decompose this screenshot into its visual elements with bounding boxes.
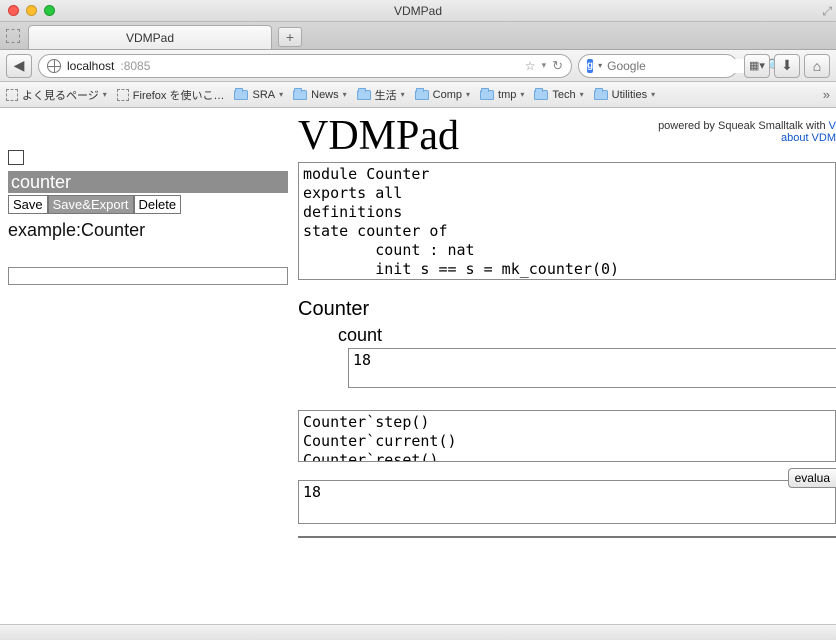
search-box[interactable]: g ▾ 🔍 [578, 54, 738, 78]
downloads-button[interactable]: ⬇ [774, 54, 800, 78]
bookmark-label: SRA [252, 89, 275, 101]
save-export-button[interactable]: Save&Export [48, 195, 134, 214]
window-title: VDMPad [0, 4, 836, 18]
toolbar-right-group: ▦▾ ⬇ ⌂ [744, 54, 830, 78]
project-selected[interactable]: counter [8, 171, 288, 193]
powered-link[interactable]: V [829, 120, 836, 132]
bookmark-label: Utilities [612, 89, 647, 101]
address-bar[interactable]: localhost :8085 ☆ ▾ ↻ [38, 54, 572, 78]
bookmark-placeholder-icon [6, 89, 18, 101]
bookmark-label: Comp [433, 89, 462, 101]
quicklinks-button[interactable]: ▦▾ [744, 54, 770, 78]
sidebar: counter Save Save&Export Delete example:… [0, 108, 290, 624]
bookmark-placeholder-icon [117, 89, 129, 101]
tab-label: VDMPad [126, 31, 174, 45]
bookmark-folder-tmp[interactable]: tmp ▾ [480, 89, 524, 101]
save-button[interactable]: Save [8, 195, 48, 214]
folder-icon [357, 90, 371, 100]
bookmark-label: Firefox を使いこ… [133, 87, 225, 103]
chevron-down-icon: ▾ [466, 90, 470, 99]
bookmark-star-icon[interactable]: ☆ [525, 59, 536, 73]
search-input[interactable] [607, 59, 762, 73]
resize-grip-icon[interactable]: ⤢ [822, 4, 832, 19]
example-item[interactable]: example:Counter [8, 220, 286, 241]
bookmark-folder-utilities[interactable]: Utilities ▾ [594, 89, 655, 101]
back-button[interactable]: ◀ [6, 54, 32, 78]
search-dropdown-caret-icon[interactable]: ▾ [598, 61, 602, 70]
bookmark-label: News [311, 89, 339, 101]
chevron-down-icon: ▾ [343, 90, 347, 99]
url-host: localhost [67, 59, 114, 73]
module-code-editor[interactable]: module Counter exports all definitions s… [298, 162, 836, 280]
url-port: :8085 [120, 59, 150, 73]
window-titlebar: VDMPad ⤢ [0, 0, 836, 22]
browser-tab[interactable]: VDMPad [28, 25, 272, 49]
folder-icon [415, 90, 429, 100]
delete-button[interactable]: Delete [134, 195, 182, 214]
google-engine-icon[interactable]: g [587, 59, 593, 73]
bookmark-folder-news[interactable]: News ▾ [293, 89, 347, 101]
folder-icon [534, 90, 548, 100]
reload-button[interactable]: ↻ [552, 58, 563, 74]
bookmark-folder-tech[interactable]: Tech ▾ [534, 89, 583, 101]
folder-icon [480, 90, 494, 100]
divider [298, 536, 836, 538]
bookmark-label: 生活 [375, 87, 397, 103]
bookmark-label: tmp [498, 89, 516, 101]
bookmark-firefox-tips[interactable]: Firefox を使いこ… [117, 87, 225, 103]
chevron-down-icon: ▾ [401, 90, 405, 99]
bookmark-label: Tech [552, 89, 575, 101]
page-content: counter Save Save&Export Delete example:… [0, 108, 836, 624]
bookmark-folder-sra[interactable]: SRA ▾ [234, 89, 283, 101]
chevron-down-icon: ▾ [580, 90, 584, 99]
bookmarks-bar: よく見るページ ▾ Firefox を使いこ… SRA ▾ News ▾ 生活 ▾ C… [0, 82, 836, 108]
powered-by: powered by Squeak Smalltalk with V about… [658, 120, 836, 144]
state-section-label: Counter [298, 298, 836, 321]
about-link[interactable]: about VDM [781, 132, 836, 144]
folder-icon [594, 90, 608, 100]
sidebar-input[interactable] [8, 267, 288, 285]
project-buttons: Save Save&Export Delete [8, 195, 286, 214]
bookmark-label: よく見るページ [22, 87, 99, 103]
navigation-toolbar: ◀ localhost :8085 ☆ ▾ ↻ g ▾ 🔍 ▦▾ ⬇ ⌂ [0, 50, 836, 82]
bookmark-most-visited[interactable]: よく見るページ ▾ [6, 87, 107, 103]
count-value-input[interactable]: 18 [348, 348, 836, 388]
folder-icon [234, 90, 248, 100]
chevron-down-icon: ▾ [279, 90, 283, 99]
project-name: counter [11, 172, 71, 193]
bookmarks-overflow-icon[interactable]: » [823, 87, 830, 102]
chevron-down-icon: ▾ [520, 90, 524, 99]
chevron-down-icon: ▾ [103, 90, 107, 99]
bookmark-folder-comp[interactable]: Comp ▾ [415, 89, 470, 101]
status-bar [0, 624, 836, 640]
folder-icon [293, 90, 307, 100]
dropdown-caret-icon[interactable]: ▾ [542, 60, 547, 71]
new-tab-button[interactable]: + [278, 27, 302, 47]
count-label: count [338, 325, 836, 346]
home-button[interactable]: ⌂ [804, 54, 830, 78]
sidebar-checkbox[interactable] [8, 150, 24, 165]
main-panel: powered by Squeak Smalltalk with V about… [290, 108, 836, 624]
globe-icon [47, 59, 61, 73]
tab-strip: VDMPad + [0, 22, 836, 50]
evaluate-button[interactable]: evalua [788, 468, 836, 488]
powered-text: powered by Squeak Smalltalk with [658, 120, 829, 132]
expression-editor[interactable]: Counter`step() Counter`current() Counter… [298, 410, 836, 462]
result-output: 18 [298, 480, 836, 524]
bookmark-folder-life[interactable]: 生活 ▾ [357, 87, 405, 103]
tab-groups-icon[interactable] [6, 29, 20, 43]
chevron-down-icon: ▾ [651, 90, 655, 99]
